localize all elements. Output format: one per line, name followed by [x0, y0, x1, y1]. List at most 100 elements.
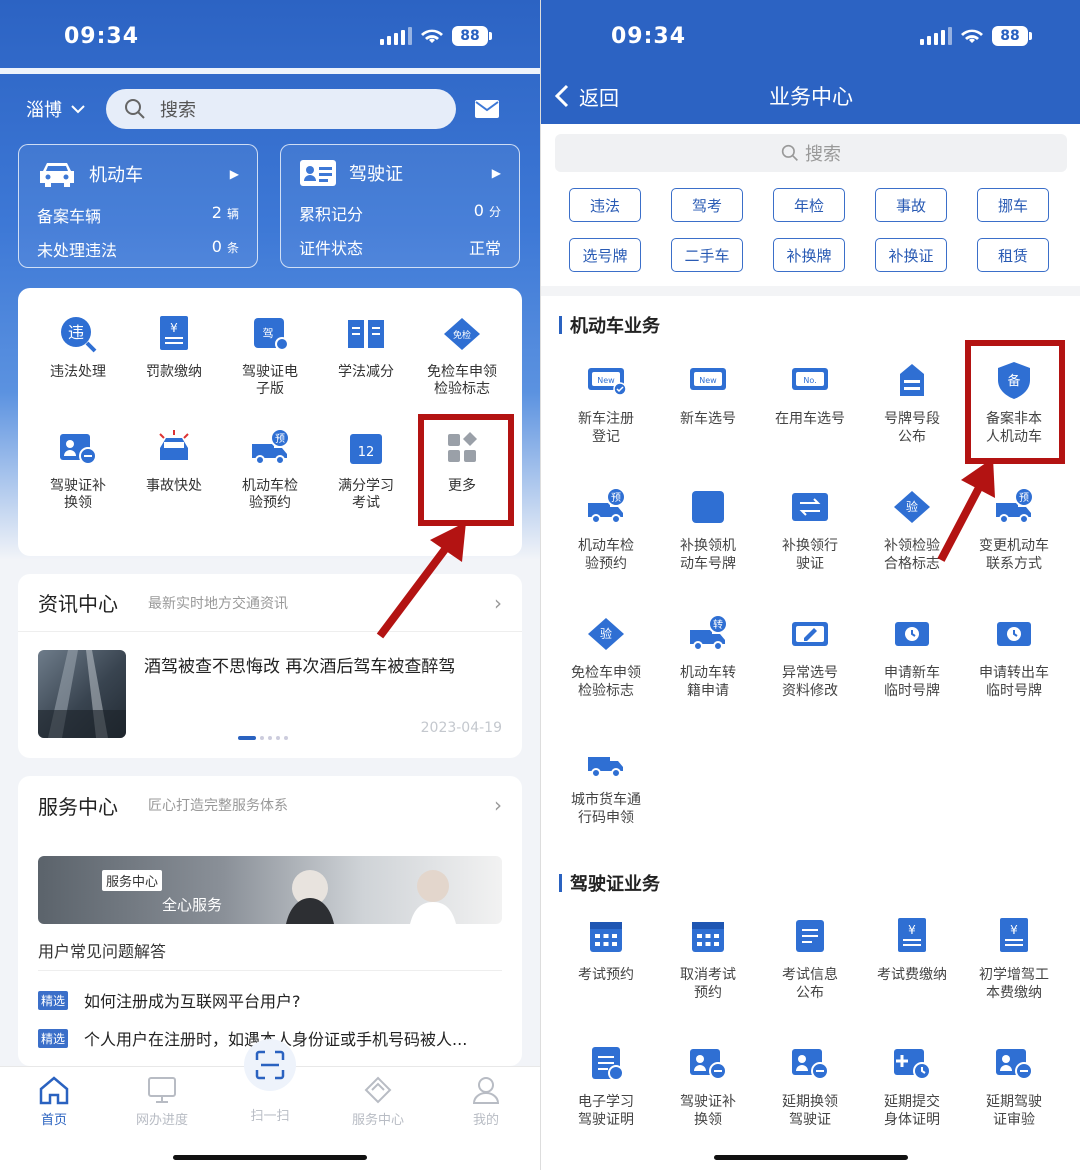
vehicle-service-item[interactable]: New 新车选号 — [657, 358, 759, 428]
quick-service-license-replace[interactable]: 驾驶证补 换领 — [30, 426, 126, 512]
service-label-line2: 子版 — [256, 381, 284, 397]
quick-service-fine-receipt[interactable]: ¥ 罚款缴纳 — [126, 312, 222, 381]
tab-service[interactable]: 服务中心 — [338, 1075, 418, 1128]
vehicle-card[interactable]: 机动车 ▶ 备案车辆 2 辆 未处理违法 0 条 — [18, 144, 258, 268]
license-card-title: 驾驶证 — [349, 164, 403, 185]
license-service-item[interactable]: 延期换领 驾驶证 — [759, 1041, 861, 1129]
filter-chip[interactable]: 补换牌 — [773, 238, 845, 272]
vehicle-service-item[interactable]: 预变更机动车 联系方式 — [963, 485, 1065, 573]
news-headline[interactable]: 酒驾被查不思悔改 再次酒后驾车被查醉驾 — [144, 652, 455, 677]
service-label-line1: 考试信息 — [782, 967, 838, 983]
home-top-bar: 淄博 搜索 — [0, 86, 540, 132]
filter-chip[interactable]: 选号牌 — [569, 238, 641, 272]
vehicle-service-item[interactable]: 异常选号 资料修改 — [759, 612, 861, 700]
news-thumbnail[interactable] — [38, 650, 126, 738]
license-service-item[interactable]: 取消考试 预约 — [657, 914, 759, 1002]
filter-chip[interactable]: 租赁 — [977, 238, 1049, 272]
vehicle-service-item[interactable]: New 新车注册 登记 — [555, 358, 657, 446]
chevron-right-icon: › — [494, 793, 502, 817]
signal-icon — [920, 27, 952, 45]
business-center-screen: 09:34 88 返回 业务中心 搜索 违法 驾考 年检 事故 挪车 选号牌 二手车 补换牌补… — [540, 0, 1080, 1170]
faq-item[interactable]: 精选 如何注册成为互联网平台用户? — [38, 988, 502, 1012]
filter-chip[interactable]: 二手车 — [671, 238, 743, 272]
back-button[interactable]: 返回 — [555, 82, 619, 111]
exam-info-icon — [796, 920, 824, 952]
license-service-item[interactable]: 延期驾驶 证审验 — [963, 1041, 1065, 1129]
vehicle-service-item[interactable]: 城市货车通 行码申领 — [555, 739, 657, 827]
diamond-icon — [364, 1076, 392, 1104]
vehicle-service-item[interactable]: 验补领检验 合格标志 — [861, 485, 963, 573]
license-service-item[interactable]: 驾驶证补 换领 — [657, 1041, 759, 1129]
filter-chip[interactable]: 驾考 — [671, 188, 743, 222]
vehicle-service-item[interactable]: 申请转出车 临时号牌 — [963, 612, 1065, 700]
service-label-line1: 延期驾驶 — [986, 1094, 1042, 1110]
caret-right-icon: ▶ — [491, 166, 501, 180]
quick-service-accident-car[interactable]: 事故快处 — [126, 426, 222, 495]
battery-icon: 88 — [992, 26, 1032, 46]
truck-pass-icon — [588, 757, 623, 778]
news-date: 2023-04-19 — [420, 720, 502, 736]
filter-chip[interactable]: 年检 — [773, 188, 845, 222]
license-card[interactable]: 驾驶证 ▶ 累积记分 0 分 证件状态 正常 — [280, 144, 520, 268]
service-label-line2: 公布 — [796, 985, 824, 1001]
vehicle-service-item[interactable]: 号牌号段 公布 — [861, 358, 963, 446]
service-header[interactable]: 服务中心 匠心打造完整服务体系 › — [18, 776, 522, 834]
license-service-item[interactable]: 考试预约 — [555, 914, 657, 984]
service-label-line1: 驾驶证补 — [50, 478, 106, 494]
caret-right-icon: ▶ — [229, 167, 239, 181]
vehicle-service-item[interactable]: 预机动车检 验预约 — [555, 485, 657, 573]
news-header[interactable]: 资讯中心 最新实时地方交通资讯 › — [18, 574, 522, 632]
filter-chip[interactable]: 事故 — [875, 188, 947, 222]
quick-service-e-license[interactable]: 驾驾驶证电 子版 — [222, 312, 318, 398]
chevron-down-icon — [71, 105, 85, 114]
accident-car-icon — [159, 430, 189, 460]
verify-badge-icon: 验 — [894, 491, 930, 523]
license-service-item[interactable]: ¥ 考试费缴纳 — [861, 914, 963, 984]
filter-chip[interactable]: 挪车 — [977, 188, 1049, 222]
quick-service-calendar[interactable]: 12 满分学习 考试 — [318, 426, 414, 512]
cost-list-icon: ¥ — [1000, 918, 1028, 952]
mail-icon[interactable] — [474, 99, 500, 119]
section-title-text: 驾驶证业务 — [570, 874, 660, 895]
service-label-line2: 验预约 — [249, 495, 291, 511]
service-banner[interactable]: 服务中心 全心服务 — [38, 856, 502, 924]
row-unit: 分 — [488, 205, 501, 219]
tab-label: 网办进度 — [135, 1113, 188, 1128]
quick-service-violation[interactable]: 违违法处理 — [30, 312, 126, 381]
filter-chip[interactable]: 违法 — [569, 188, 641, 222]
license-service-item[interactable]: 考试信息 公布 — [759, 914, 861, 1002]
service-label-line1: 免检车申领 — [427, 364, 497, 380]
svg-text:预: 预 — [1019, 492, 1029, 504]
quick-service-book[interactable]: 学法减分 — [318, 312, 414, 381]
license-service-item[interactable]: 电子学习 驾驶证明 — [555, 1041, 657, 1129]
tab-progress[interactable]: 网办进度 — [122, 1075, 202, 1128]
status-bar: 09:34 88 — [0, 0, 540, 72]
filter-chip[interactable]: 补换证 — [875, 238, 947, 272]
service-label-line1: 机动车转 — [680, 665, 736, 681]
service-label-line2: 本费缴纳 — [986, 985, 1042, 1001]
service-label-line1: 学法减分 — [338, 364, 394, 380]
vehicle-service-item[interactable]: No. 在用车选号 — [759, 358, 861, 428]
city-selector[interactable]: 淄博 — [26, 96, 86, 122]
status-time: 09:34 — [611, 23, 687, 49]
tab-home[interactable]: 首页 — [14, 1075, 94, 1128]
service-label-line1: 补换领行 — [782, 538, 838, 554]
new-plate-check-icon: New — [588, 368, 627, 396]
quick-service-exempt-badge[interactable]: 免检 免检车申领 检验标志 — [414, 312, 510, 398]
search-input[interactable]: 搜索 — [106, 89, 456, 129]
license-service-item[interactable]: ¥ 初学增驾工 本费缴纳 — [963, 914, 1065, 1002]
license-service-item[interactable]: 延期提交 身体证明 — [861, 1041, 963, 1129]
vehicle-service-item[interactable]: 补换领机 动车号牌 — [657, 485, 759, 573]
search-input[interactable]: 搜索 — [555, 134, 1067, 172]
vehicle-row-registered: 备案车辆 2 辆 — [37, 203, 239, 227]
service-label-line2: 资料修改 — [782, 683, 838, 699]
vehicle-service-item[interactable]: 验免检车申领 检验标志 — [555, 612, 657, 700]
faq-question: 如何注册成为互联网平台用户? — [84, 992, 301, 1011]
vehicle-service-item[interactable]: 申请新车 临时号牌 — [861, 612, 963, 700]
vehicle-service-item[interactable]: 转机动车转 籍申请 — [657, 612, 759, 700]
scan-button[interactable] — [244, 1039, 296, 1091]
vehicle-service-item[interactable]: 补换领行 驶证 — [759, 485, 861, 573]
quick-service-inspection-truck[interactable]: 预机动车检 验预约 — [222, 426, 318, 512]
tab-mine[interactable]: 我的 — [446, 1075, 526, 1128]
chevron-left-icon — [555, 84, 569, 108]
